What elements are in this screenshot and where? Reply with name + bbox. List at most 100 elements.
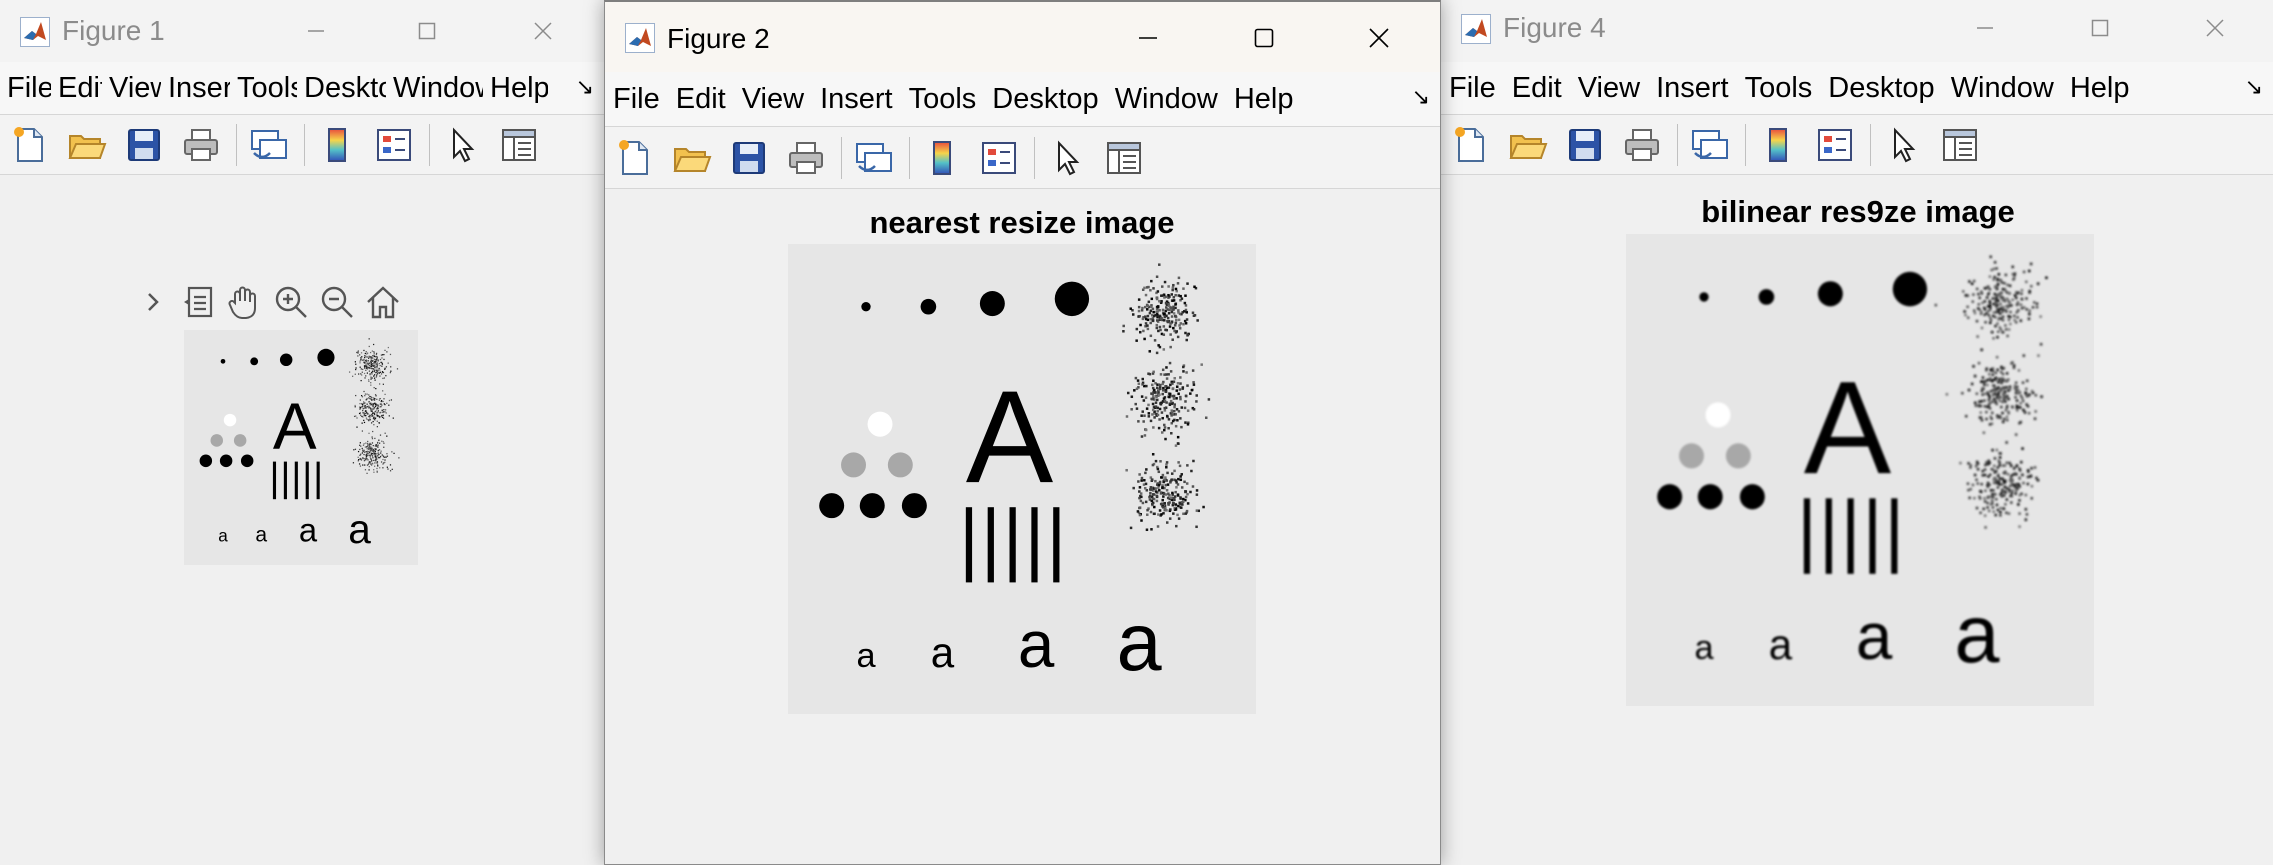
menu-help[interactable]: Help bbox=[1226, 83, 1302, 116]
close-button[interactable] bbox=[516, 8, 570, 54]
property-inspector-icon[interactable] bbox=[1938, 123, 1982, 167]
print-icon[interactable] bbox=[179, 123, 223, 167]
noise-speck bbox=[1165, 366, 1168, 369]
pan-hand-icon[interactable] bbox=[222, 280, 268, 324]
menu-window[interactable]: Window bbox=[386, 72, 483, 105]
noise-speck bbox=[376, 362, 378, 364]
figure-1-window[interactable]: Figure 1 File Edit View Insert Tools Des… bbox=[0, 0, 605, 865]
minimize-button[interactable] bbox=[1958, 5, 2012, 51]
save-icon[interactable] bbox=[727, 136, 771, 180]
menu-insert[interactable]: Insert bbox=[812, 83, 901, 116]
restore-view-home-icon[interactable] bbox=[360, 280, 406, 324]
open-file-icon[interactable] bbox=[1506, 123, 1550, 167]
open-file-icon[interactable] bbox=[670, 136, 714, 180]
menu-window[interactable]: Window bbox=[1943, 72, 2062, 105]
minimize-button[interactable] bbox=[1121, 15, 1175, 61]
zoom-in-icon[interactable] bbox=[268, 280, 314, 324]
test-image[interactable]: Aa a a a bbox=[184, 330, 418, 565]
menu-insert[interactable]: Insert bbox=[161, 72, 230, 105]
print-icon[interactable] bbox=[1620, 123, 1664, 167]
property-inspector-icon[interactable] bbox=[1102, 136, 1146, 180]
new-figure-icon[interactable] bbox=[613, 136, 657, 180]
save-icon[interactable] bbox=[1563, 123, 1607, 167]
expand-arrow-icon[interactable] bbox=[130, 280, 176, 324]
menu-desktop[interactable]: Desktop bbox=[984, 83, 1106, 116]
noise-speck bbox=[1182, 365, 1185, 369]
noise-speck bbox=[2036, 478, 2040, 482]
menu-tools[interactable]: Tools bbox=[901, 83, 985, 116]
link-plot-icon[interactable] bbox=[1688, 123, 1732, 167]
noise-speck bbox=[367, 413, 369, 415]
noise-speck bbox=[2007, 512, 2011, 515]
maximize-button[interactable] bbox=[1237, 15, 1291, 61]
noise-speck bbox=[380, 373, 383, 375]
image-axes[interactable]: Aaaaa bbox=[788, 244, 1256, 714]
legend-icon[interactable] bbox=[977, 136, 1021, 180]
colorbar-icon[interactable] bbox=[1756, 123, 1800, 167]
maximize-button[interactable] bbox=[2073, 5, 2127, 51]
legend-icon[interactable] bbox=[372, 123, 416, 167]
test-image[interactable]: Aa a a a bbox=[788, 244, 1256, 714]
noise-speck bbox=[1150, 528, 1153, 531]
menu-file[interactable]: File bbox=[605, 83, 668, 116]
new-figure-icon[interactable] bbox=[1449, 123, 1493, 167]
edit-plot-arrow-icon[interactable] bbox=[1881, 123, 1925, 167]
title-bar[interactable]: Figure 1 bbox=[0, 0, 604, 62]
data-tips-icon[interactable] bbox=[176, 280, 222, 324]
menu-view[interactable]: View bbox=[1570, 72, 1648, 105]
colorbar-icon[interactable] bbox=[920, 136, 964, 180]
dock-arrow-icon[interactable]: ↘ bbox=[576, 74, 594, 100]
test-image[interactable]: Aa a a a bbox=[1626, 234, 2094, 706]
menu-tools[interactable]: Tools bbox=[1737, 72, 1821, 105]
menu-insert[interactable]: Insert bbox=[1648, 72, 1737, 105]
figure-2-window[interactable]: Figure 2 File Edit View Insert Tools Des… bbox=[604, 0, 1441, 865]
image-axes[interactable]: Aaaaa bbox=[1626, 234, 2094, 706]
noise-speck bbox=[374, 462, 376, 464]
save-icon[interactable] bbox=[122, 123, 166, 167]
noise-speck bbox=[1138, 473, 1141, 476]
noise-speck bbox=[1192, 383, 1196, 386]
title-bar[interactable]: Figure 2 bbox=[605, 2, 1440, 72]
edit-plot-arrow-icon[interactable] bbox=[440, 123, 484, 167]
noise-speck bbox=[1156, 386, 1159, 390]
link-plot-icon[interactable] bbox=[852, 136, 896, 180]
noise-speck bbox=[364, 355, 367, 357]
minimize-button[interactable] bbox=[289, 8, 343, 54]
new-figure-icon[interactable] bbox=[8, 123, 52, 167]
menu-edit[interactable]: Edit bbox=[668, 83, 734, 116]
colorbar-icon[interactable] bbox=[315, 123, 359, 167]
menu-edit[interactable]: Edit bbox=[51, 72, 102, 105]
menu-view[interactable]: View bbox=[102, 72, 161, 105]
maximize-button[interactable] bbox=[400, 8, 454, 54]
noise-speck bbox=[385, 456, 387, 458]
menu-help[interactable]: Help bbox=[2062, 72, 2138, 105]
menu-desktop[interactable]: Desktop bbox=[1820, 72, 1942, 105]
close-button[interactable] bbox=[2188, 5, 2242, 51]
noise-speck bbox=[377, 404, 379, 407]
property-inspector-icon[interactable] bbox=[497, 123, 541, 167]
menu-view[interactable]: View bbox=[734, 83, 812, 116]
image-axes[interactable]: Aaaaa bbox=[184, 330, 418, 565]
menu-file[interactable]: File bbox=[1441, 72, 1504, 105]
menu-window[interactable]: Window bbox=[1107, 83, 1226, 116]
figure-4-window[interactable]: Figure 4 File Edit View Insert Tools Des… bbox=[1440, 0, 2273, 865]
menu-desktop[interactable]: Desktop bbox=[297, 72, 386, 105]
dock-arrow-icon[interactable]: ↘ bbox=[1412, 84, 1430, 110]
menu-tools[interactable]: Tools bbox=[230, 72, 297, 105]
menu-edit[interactable]: Edit bbox=[1504, 72, 1570, 105]
edit-plot-arrow-icon[interactable] bbox=[1045, 136, 1089, 180]
open-file-icon[interactable] bbox=[65, 123, 109, 167]
menu-help[interactable]: Help bbox=[483, 72, 548, 105]
noise-speck bbox=[1153, 390, 1156, 394]
noise-speck bbox=[1160, 300, 1163, 303]
link-plot-icon[interactable] bbox=[247, 123, 291, 167]
menu-file[interactable]: File bbox=[0, 72, 51, 105]
zoom-out-icon[interactable] bbox=[314, 280, 360, 324]
legend-icon[interactable] bbox=[1813, 123, 1857, 167]
print-icon[interactable] bbox=[784, 136, 828, 180]
close-button[interactable] bbox=[1352, 15, 1406, 61]
dock-arrow-icon[interactable]: ↘ bbox=[2245, 74, 2263, 100]
noise-speck bbox=[369, 416, 371, 418]
title-bar[interactable]: Figure 4 bbox=[1441, 0, 2273, 62]
noise-speck bbox=[1145, 468, 1148, 471]
